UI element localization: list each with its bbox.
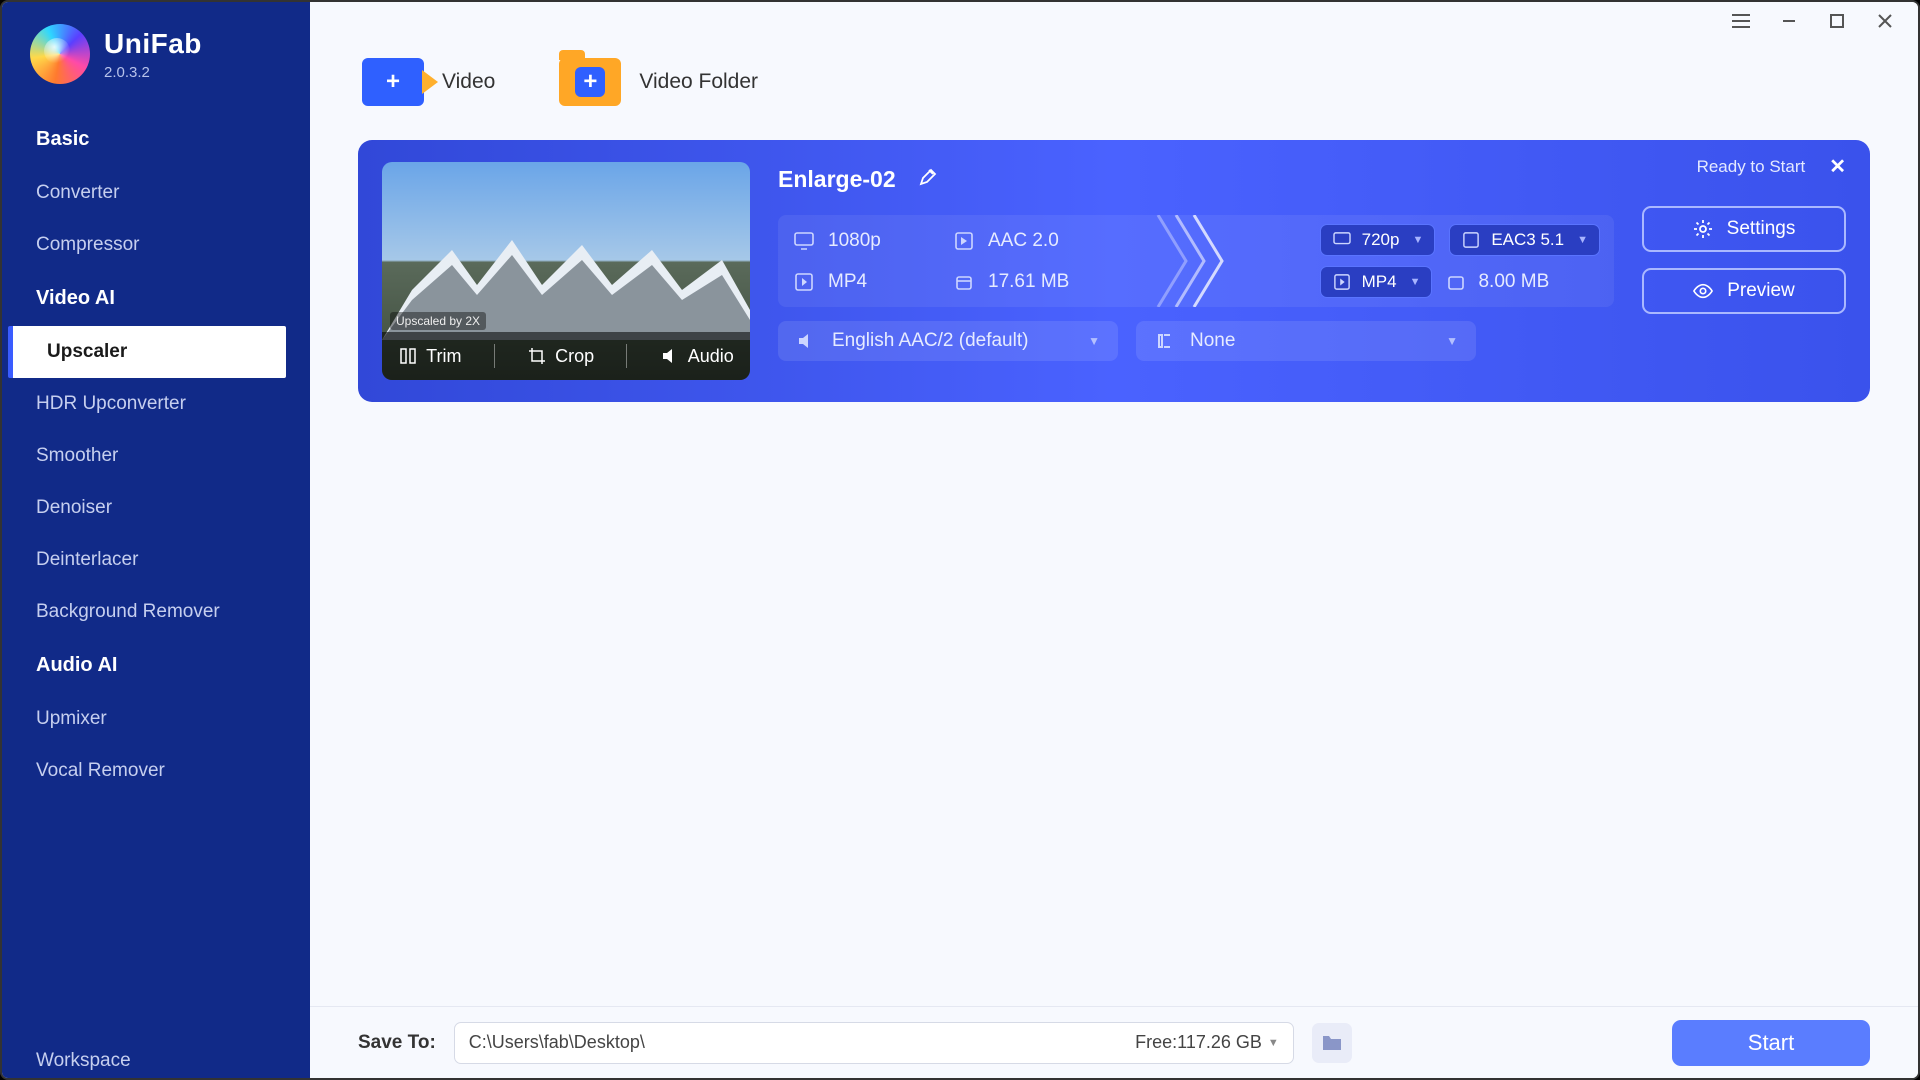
minimize-icon[interactable] xyxy=(1778,10,1800,32)
output-size: 8.00 MB xyxy=(1446,271,1549,293)
sidebar-item-denoiser[interactable]: Denoiser xyxy=(2,482,310,534)
output-container-select[interactable]: MP4 ▼ xyxy=(1320,266,1433,298)
monitor-icon xyxy=(794,231,814,251)
subtitle-icon xyxy=(1154,331,1174,351)
close-window-icon[interactable] xyxy=(1874,10,1896,32)
card-status-row: Ready to Start ✕ xyxy=(1697,154,1846,179)
start-button[interactable]: Start xyxy=(1672,1020,1870,1066)
speaker-icon xyxy=(796,331,816,351)
add-video-button[interactable]: + Video xyxy=(362,58,495,106)
folder-plus-icon: + xyxy=(559,58,621,106)
audio-track-select[interactable]: English AAC/2 (default) ▼ xyxy=(778,321,1118,361)
close-icon[interactable]: ✕ xyxy=(1829,154,1846,179)
app-window: UniFab 2.0.3.2 Basic Converter Compresso… xyxy=(0,0,1920,1080)
subtitle-select[interactable]: None ▼ xyxy=(1136,321,1476,361)
file-title: Enlarge-02 xyxy=(778,166,896,193)
video-thumbnail[interactable]: Upscaled by 2X Trim Crop xyxy=(382,162,750,380)
file-size-icon xyxy=(954,272,974,292)
sidebar-item-workspace[interactable]: Workspace xyxy=(2,1035,310,1078)
card-middle: Enlarge-02 1080p AAC 2.0 xyxy=(778,162,1614,361)
settings-button[interactable]: Settings xyxy=(1642,206,1846,252)
sidebar-item-background-remover[interactable]: Background Remover xyxy=(2,586,310,638)
crop-icon xyxy=(527,346,547,366)
card-actions: Settings Preview xyxy=(1642,162,1846,314)
chevron-down-icon: ▼ xyxy=(1412,234,1423,246)
output-resolution-select[interactable]: 720p ▼ xyxy=(1320,224,1436,256)
audio-button[interactable]: Audio xyxy=(660,346,734,367)
format-info-row: 1080p AAC 2.0 MP4 17.6 xyxy=(778,215,1614,307)
sidebar-item-deinterlacer[interactable]: Deinterlacer xyxy=(2,534,310,586)
sidebar-section-basic: Basic xyxy=(2,112,310,167)
save-path-value: C:\Users\fab\Desktop\ xyxy=(469,1032,645,1053)
upscaled-tag: Upscaled by 2X xyxy=(390,312,486,330)
chevron-down-icon: ▼ xyxy=(1446,334,1458,348)
folder-icon xyxy=(1321,1034,1343,1052)
app-version: 2.0.3.2 xyxy=(104,64,202,81)
chevron-down-icon: ▼ xyxy=(1088,334,1100,348)
crop-button[interactable]: Crop xyxy=(527,346,594,367)
input-container: MP4 xyxy=(794,271,954,293)
speaker-icon xyxy=(660,346,680,366)
add-video-folder-button[interactable]: + Video Folder xyxy=(559,58,758,106)
sidebar-item-smoother[interactable]: Smoother xyxy=(2,430,310,482)
sidebar-item-converter[interactable]: Converter xyxy=(2,167,310,219)
arrow-icon xyxy=(1154,215,1224,307)
maximize-icon[interactable] xyxy=(1826,10,1848,32)
chevron-down-icon: ▼ xyxy=(1577,234,1588,246)
sidebar-item-vocal-remover[interactable]: Vocal Remover xyxy=(2,745,310,797)
input-audio: AAC 2.0 xyxy=(954,230,1124,252)
output-audio-select[interactable]: EAC3 5.1 ▼ xyxy=(1449,224,1600,256)
play-file-icon xyxy=(794,272,814,292)
save-path-input[interactable]: C:\Users\fab\Desktop\ Free:117.26 GB ▼ xyxy=(454,1022,1294,1064)
sidebar-item-hdr-upconverter[interactable]: HDR Upconverter xyxy=(2,378,310,430)
titlebar xyxy=(310,2,1918,40)
app-logo-icon xyxy=(30,24,90,84)
trim-icon xyxy=(398,346,418,366)
sidebar-item-upmixer[interactable]: Upmixer xyxy=(2,693,310,745)
save-to-label: Save To: xyxy=(358,1032,436,1054)
eye-icon xyxy=(1693,281,1713,301)
play-file-icon xyxy=(1332,272,1352,292)
input-resolution: 1080p xyxy=(794,230,954,252)
sidebar-section-video-ai: Video AI xyxy=(2,271,310,326)
preview-button[interactable]: Preview xyxy=(1642,268,1846,314)
logo-block: UniFab 2.0.3.2 xyxy=(2,24,310,112)
video-plus-icon: + xyxy=(362,58,424,106)
menu-icon[interactable] xyxy=(1730,10,1752,32)
chevron-down-icon: ▼ xyxy=(1410,276,1421,288)
add-video-label: Video xyxy=(442,70,495,94)
audio-codec-icon xyxy=(1461,230,1481,250)
output-stack: 720p ▼ EAC3 5.1 ▼ xyxy=(1320,223,1600,299)
content: Ready to Start ✕ Upscaled by 2X xyxy=(310,140,1918,1006)
status-text: Ready to Start xyxy=(1697,157,1806,177)
sidebar: UniFab 2.0.3.2 Basic Converter Compresso… xyxy=(2,2,310,1078)
file-title-row: Enlarge-02 xyxy=(778,166,1614,193)
file-size-icon xyxy=(1446,272,1466,292)
sidebar-item-upscaler[interactable]: Upscaler xyxy=(8,326,286,378)
footer: Save To: C:\Users\fab\Desktop\ Free:117.… xyxy=(310,1006,1918,1078)
audio-codec-icon xyxy=(954,231,974,251)
edit-icon[interactable] xyxy=(918,167,938,192)
main-area: + Video + Video Folder Ready to Start ✕ xyxy=(310,2,1918,1078)
free-space: Free:117.26 GB ▼ xyxy=(1135,1032,1279,1053)
monitor-icon xyxy=(1332,230,1352,250)
chevron-down-icon: ▼ xyxy=(1268,1037,1279,1049)
top-actions: + Video + Video Folder xyxy=(310,40,1918,140)
thumb-toolbar: Trim Crop Audio xyxy=(382,332,750,380)
browse-folder-button[interactable] xyxy=(1312,1023,1352,1063)
sidebar-item-compressor[interactable]: Compressor xyxy=(2,219,310,271)
audio-subtitle-row: English AAC/2 (default) ▼ None ▼ xyxy=(778,321,1614,361)
input-size: 17.61 MB xyxy=(954,271,1124,293)
app-name: UniFab xyxy=(104,28,202,60)
sidebar-section-audio-ai: Audio AI xyxy=(2,638,310,693)
add-folder-label: Video Folder xyxy=(639,70,758,94)
trim-button[interactable]: Trim xyxy=(398,346,461,367)
task-card: Ready to Start ✕ Upscaled by 2X xyxy=(358,140,1870,402)
gear-icon xyxy=(1693,219,1713,239)
